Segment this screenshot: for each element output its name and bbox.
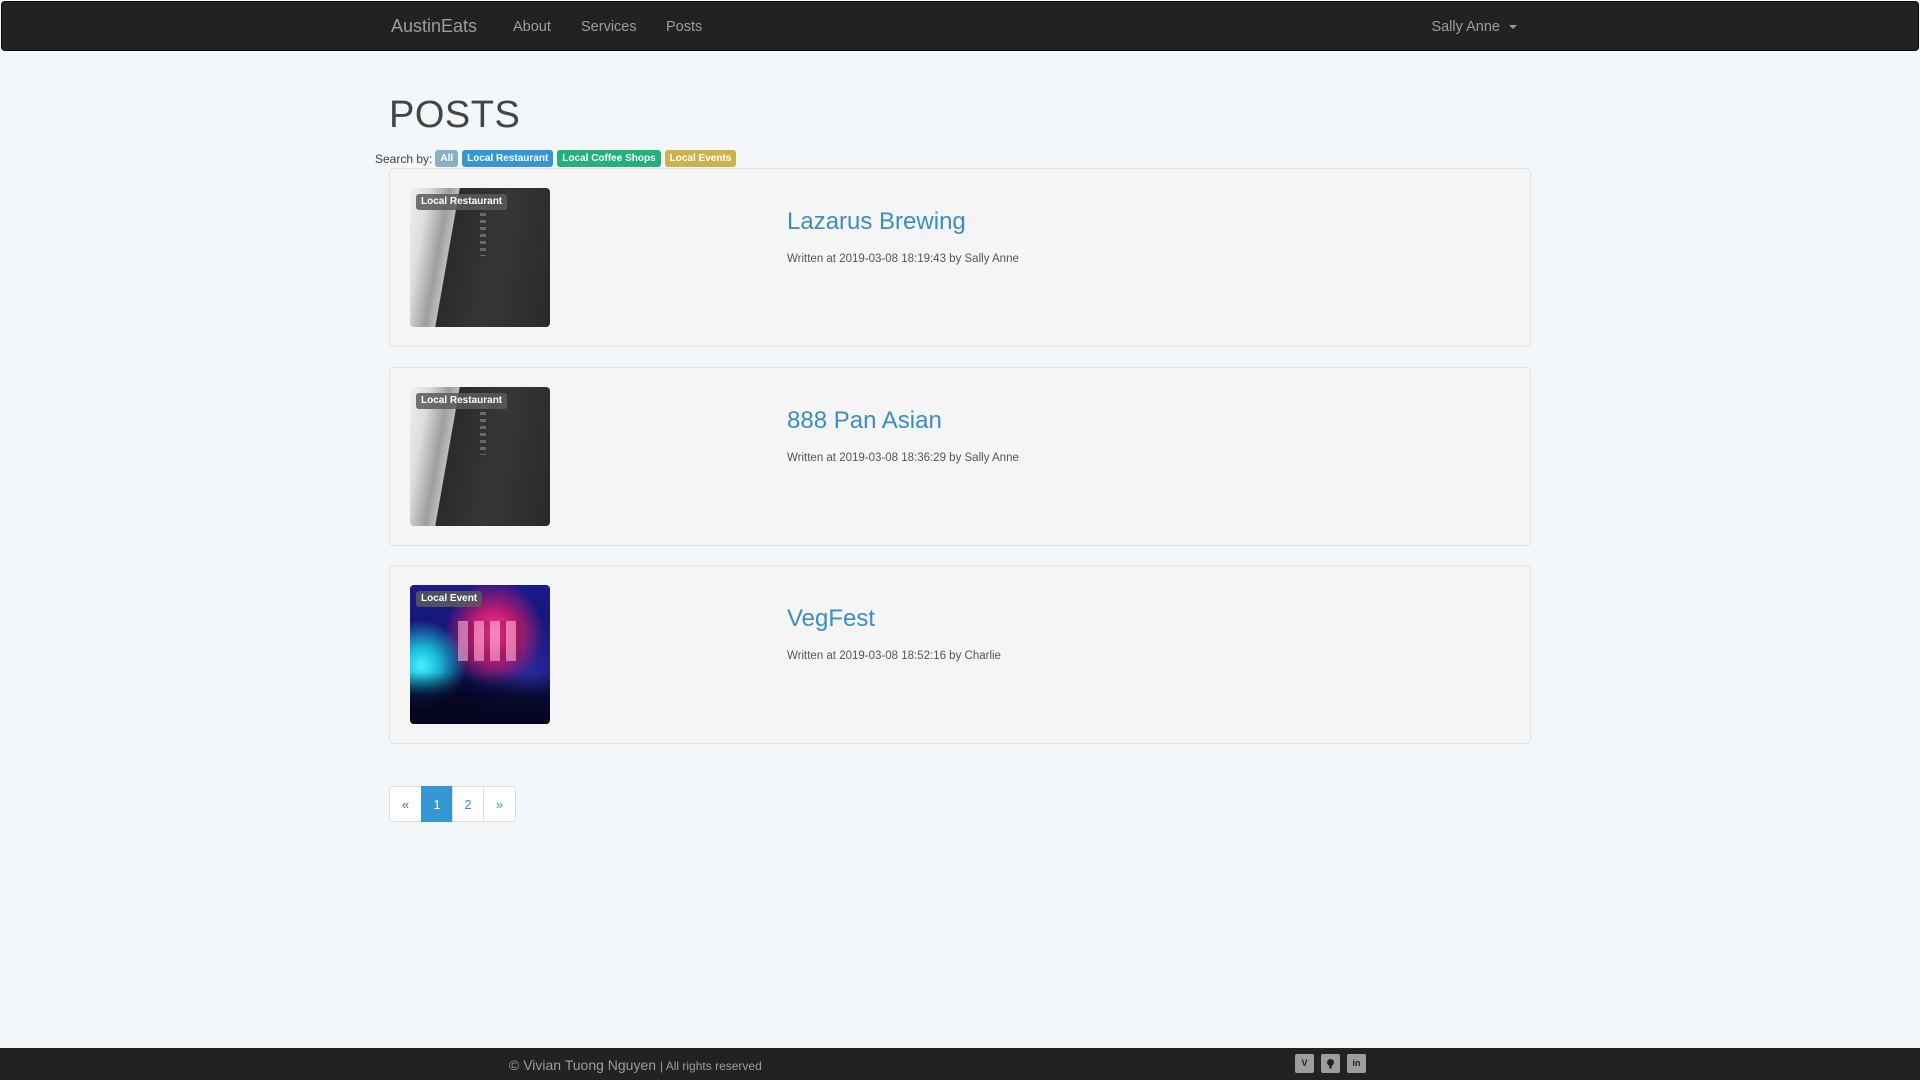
post-title-link[interactable]: 888 Pan Asian xyxy=(787,407,942,435)
post-meta: Written at 2019-03-08 18:52:16 by Charli… xyxy=(787,650,1001,662)
navbar-container: AustinEats About Services Posts Sally An… xyxy=(391,2,1533,52)
post-card: Local Restaurant Lazarus Brewing Written… xyxy=(389,168,1531,347)
vimeo-icon[interactable]: V xyxy=(1295,1054,1314,1073)
post-thumbnail[interactable]: Local Restaurant xyxy=(410,188,550,327)
filter-tag-local-restaurant[interactable]: Local Restaurant xyxy=(462,150,554,167)
post-thumbnail[interactable]: Local Event xyxy=(410,585,550,724)
pagination-page-1[interactable]: 1 xyxy=(421,786,453,822)
footer: © Vivian Tuong Nguyen | All rights reser… xyxy=(0,1048,1920,1080)
footer-copyright: © Vivian Tuong Nguyen | All rights reser… xyxy=(509,1057,762,1073)
post-title-link[interactable]: Lazarus Brewing xyxy=(787,208,966,236)
top-navbar: AustinEats About Services Posts Sally An… xyxy=(1,1,1919,51)
thumbnail-crowd xyxy=(410,672,550,724)
thumbnail-detail xyxy=(480,405,486,455)
nav-link-services[interactable]: Services xyxy=(581,19,637,35)
post-meta: Written at 2019-03-08 18:36:29 by Sally … xyxy=(787,452,1019,464)
rights-text: | All rights reserved xyxy=(659,1059,762,1073)
page-title: POSTS xyxy=(389,94,521,136)
category-filter-bar: Search by: All Local Restaurant Local Co… xyxy=(375,150,740,167)
caret-down-icon xyxy=(1509,25,1517,30)
post-title-link[interactable]: VegFest xyxy=(787,605,875,633)
category-badge: Local Restaurant xyxy=(416,393,508,409)
filter-tag-local-coffee-shops[interactable]: Local Coffee Shops xyxy=(557,150,661,167)
post-card: Local Event VegFest Written at 2019-03-0… xyxy=(389,565,1531,744)
post-card: Local Restaurant 888 Pan Asian Written a… xyxy=(389,367,1531,546)
pagination-page-2[interactable]: 2 xyxy=(452,786,484,822)
filter-tag-local-events[interactable]: Local Events xyxy=(664,150,737,167)
thumbnail-stage-screen xyxy=(458,621,522,661)
post-meta: Written at 2019-03-08 18:19:43 by Sally … xyxy=(787,253,1019,265)
thumbnail-detail xyxy=(480,206,486,256)
copyright-text: © Vivian Tuong Nguyen xyxy=(509,1057,657,1073)
brand-logo-link[interactable]: AustinEats xyxy=(391,16,477,37)
nav-link-about[interactable]: About xyxy=(513,19,551,35)
filter-tag-all[interactable]: All xyxy=(435,150,459,167)
post-thumbnail[interactable]: Local Restaurant xyxy=(410,387,550,526)
category-badge: Local Restaurant xyxy=(416,194,508,210)
linkedin-icon[interactable]: in xyxy=(1347,1054,1366,1073)
user-name: Sally Anne xyxy=(1431,19,1500,35)
user-menu-dropdown[interactable]: Sally Anne xyxy=(1431,19,1517,35)
github-icon[interactable] xyxy=(1321,1054,1340,1073)
nav-link-posts[interactable]: Posts xyxy=(666,19,702,35)
pagination-prev-button[interactable]: « xyxy=(389,786,422,822)
pagination: « 1 2 » xyxy=(389,786,516,822)
category-badge: Local Event xyxy=(416,591,483,607)
pagination-next-button[interactable]: » xyxy=(483,786,516,822)
filter-label: Search by: xyxy=(375,151,433,166)
